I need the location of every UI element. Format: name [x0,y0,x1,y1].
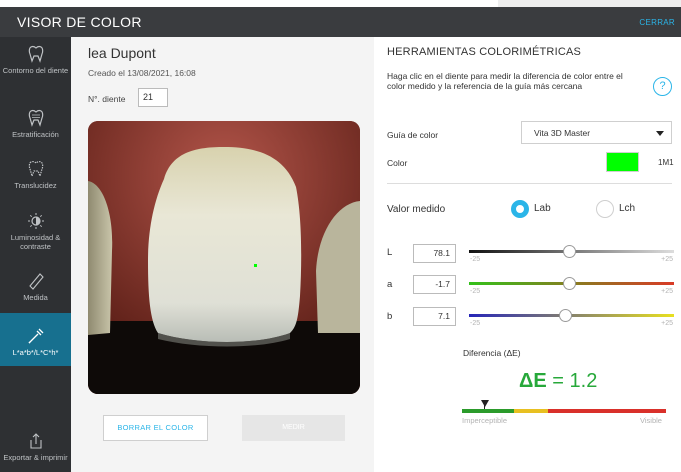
top-right-gap [498,0,681,7]
image-panel: lea Dupont Creado el 13/08/2021, 16:08 N… [71,37,374,472]
sidebar: Contorno del diente Estratificación Tran… [0,37,71,472]
scale-segment-low [462,409,514,413]
color-guide-label: Guía de color [387,130,439,140]
lab-radio[interactable] [511,200,529,218]
a-label: a [387,279,393,290]
sidebar-item-stratification[interactable]: Estratificación [0,109,71,139]
a-slider-min: -25 [470,288,481,295]
color-swatch [606,152,639,172]
l-slider-min: -25 [470,256,481,263]
tooth-outline-icon [28,45,43,63]
tooth-translucency-icon [28,160,43,178]
sidebar-item-label: Translucidez [14,181,57,190]
sidebar-item-label: Contorno del diente [2,66,69,75]
instructions-text: Haga clic en el diente para medir la dif… [387,71,623,91]
l-slider-max: +25 [661,256,673,263]
sidebar-item-measure[interactable]: Medida [0,272,71,302]
sidebar-item-tooth-outline[interactable]: Contorno del diente [0,45,71,75]
brightness-icon [27,213,44,229]
sidebar-item-label: Luminosidad & contraste [10,233,61,251]
export-icon [29,433,42,449]
delta-e-number: = 1.2 [546,370,598,392]
color-label: Color [387,158,408,168]
l-label: L [387,247,393,258]
b-slider-min: -25 [470,320,481,327]
tooth-image [88,121,360,394]
shade-code: 1M1 [658,158,674,167]
sidebar-item-translucency[interactable]: Translucidez [0,160,71,190]
tooth-number-field[interactable]: 21 [138,88,168,107]
scale-segment-mid [514,409,548,413]
a-slider-max: +25 [661,288,673,295]
color-guide-value: Vita 3D Master [534,128,591,138]
sidebar-item-brightness[interactable]: Luminosidad & contraste [0,212,71,251]
color-guide-select[interactable]: Vita 3D Master [521,121,672,144]
b-slider-knob[interactable] [558,309,572,322]
measure-button[interactable]: MEDIR [242,415,345,441]
b-label: b [387,311,393,322]
scale-high-label: Visible [640,416,662,425]
tools-title: HERRAMIENTAS COLORIMÉTRICAS [387,46,582,58]
close-button[interactable]: CERRAR [639,18,675,27]
colorimetric-tools-panel: HERRAMIENTAS COLORIMÉTRICAS Haga clic en… [374,37,681,472]
delta-e-value: ΔE = 1.2 [519,370,597,393]
created-date: Creado el 13/08/2021, 16:08 [88,68,196,78]
delta-e-symbol: ΔE [519,370,547,392]
scale-segment-high [548,409,666,413]
a-slider-knob[interactable] [562,277,576,290]
tooth-layers-icon [28,109,43,127]
difference-label: Diferencia (ΔE) [463,348,521,358]
lch-radio-label: Lch [619,203,636,214]
measured-value-label: Valor medido [387,204,446,215]
color-picker-icon [27,328,43,344]
l-slider-knob[interactable] [562,245,576,258]
b-slider-max: +25 [661,320,673,327]
sidebar-item-label: L*a*b*/L*C*h* [12,348,59,357]
b-value-field[interactable]: 7.1 [413,307,456,326]
a-value-field[interactable]: -1.7 [413,275,456,294]
sidebar-item-label: Exportar & imprimir [3,453,68,462]
lch-radio[interactable] [596,200,614,218]
patient-name: lea Dupont [88,45,156,61]
tooth-number-label: N°. diente [88,94,126,104]
perceptibility-scale [462,409,666,413]
window-title: VISOR DE COLOR [17,14,142,30]
title-bar: VISOR DE COLOR CERRAR [0,7,681,37]
ruler-icon [28,273,44,290]
l-value-field[interactable]: 78.1 [413,244,456,263]
lab-radio-label: Lab [534,203,551,214]
divider [387,183,672,184]
sidebar-item-lab-lch[interactable]: L*a*b*/L*C*h* [0,313,71,366]
tooth-photo[interactable] [88,121,360,394]
help-icon[interactable]: ? [653,77,672,96]
clear-color-button[interactable]: BORRAR EL COLOR [103,415,208,441]
chevron-down-icon [656,131,664,136]
scale-low-label: Imperceptible [462,416,508,425]
sidebar-item-label: Medida [23,293,48,302]
measurement-point [254,264,257,267]
sidebar-item-export[interactable]: Exportar & imprimir [0,432,71,462]
sidebar-item-label: Estratificación [12,130,59,139]
delta-e-marker [481,400,489,407]
